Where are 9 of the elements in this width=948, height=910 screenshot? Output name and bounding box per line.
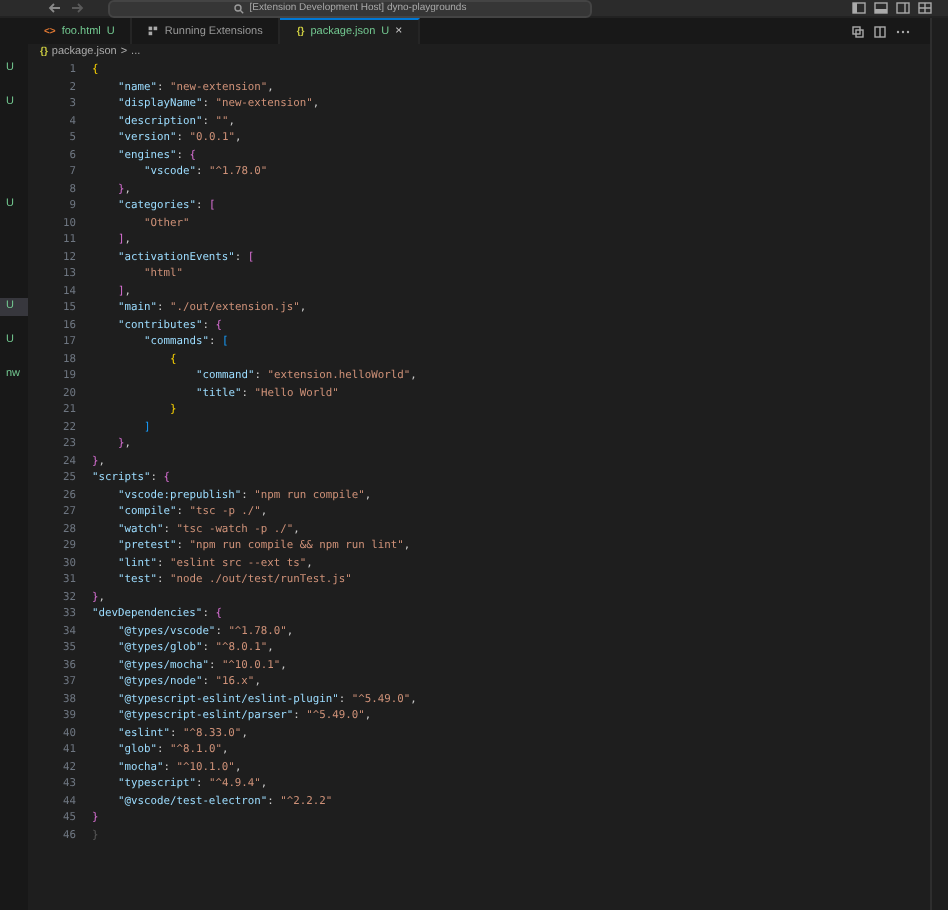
split-editor-icon[interactable] <box>874 25 886 37</box>
grid-icon[interactable] <box>918 2 932 14</box>
extensions-icon <box>148 26 159 36</box>
sidebar-toggle-icon[interactable] <box>852 2 866 14</box>
layout-icon[interactable] <box>896 2 910 14</box>
search-icon <box>233 3 244 13</box>
panel-toggle-icon[interactable] <box>874 2 888 14</box>
back-arrow-icon[interactable] <box>48 2 62 14</box>
compare-icon[interactable] <box>852 25 864 37</box>
